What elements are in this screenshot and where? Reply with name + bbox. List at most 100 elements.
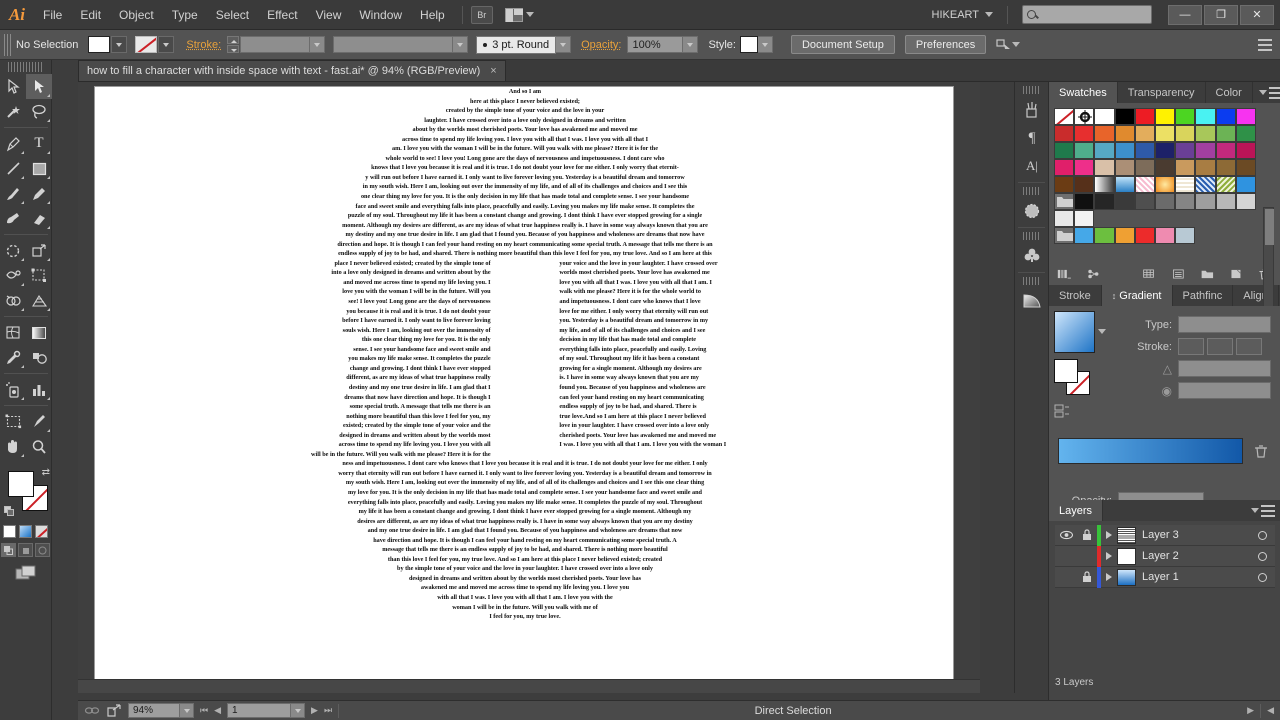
tab-transparency[interactable]: Transparency (1118, 82, 1206, 103)
swatch[interactable] (1054, 210, 1074, 227)
rotate-tool[interactable] (0, 238, 26, 263)
graphic-style-dropdown[interactable] (758, 36, 773, 53)
swatches-grid[interactable] (1054, 108, 1275, 244)
swatch[interactable] (1135, 176, 1155, 193)
width-tool[interactable] (0, 263, 26, 288)
mesh-tool[interactable] (0, 320, 26, 345)
swatch[interactable] (1074, 193, 1094, 210)
swatch[interactable] (1094, 125, 1114, 142)
fill-proxy-swatch[interactable] (8, 471, 34, 497)
artboard-number-dropdown[interactable] (291, 703, 305, 718)
swatch[interactable] (1236, 176, 1256, 193)
swatch[interactable] (1115, 159, 1135, 176)
swatch[interactable] (1054, 142, 1074, 159)
swatch[interactable] (1155, 108, 1175, 125)
none-fill-button[interactable] (35, 525, 48, 538)
swatch[interactable] (1094, 176, 1114, 193)
swatch[interactable] (1155, 176, 1175, 193)
stroke-within-button[interactable] (1178, 338, 1204, 355)
artboard-tool[interactable] (0, 409, 26, 434)
direct-selection-tool[interactable] (26, 74, 52, 99)
swatch[interactable] (1155, 193, 1175, 210)
swatch[interactable] (1216, 193, 1236, 210)
hand-tool[interactable] (0, 434, 26, 459)
bridge-icon[interactable]: Br (471, 6, 493, 24)
previous-artboard-icon[interactable]: ◀ (214, 705, 221, 716)
layer-target-indicator[interactable] (1249, 531, 1275, 540)
swatch[interactable] (1094, 159, 1114, 176)
swatch[interactable] (1074, 176, 1094, 193)
dock-grip[interactable] (1023, 277, 1040, 285)
zoom-level-field[interactable]: 94% (128, 703, 180, 718)
swatch[interactable] (1175, 159, 1195, 176)
swatch[interactable] (1175, 193, 1195, 210)
swatch[interactable] (1236, 142, 1256, 159)
swatch[interactable] (1115, 176, 1135, 193)
tab-swatches[interactable]: Swatches (1049, 82, 1118, 103)
swatch[interactable] (1195, 142, 1215, 159)
brush-definition-dropdown[interactable] (556, 36, 571, 53)
brushes-panel-icon[interactable] (1015, 96, 1049, 124)
arrange-documents-button[interactable] (505, 8, 534, 22)
control-panel-menu-icon[interactable] (1258, 39, 1272, 51)
swatch[interactable] (1115, 193, 1135, 210)
gradient-type-select[interactable] (1178, 316, 1271, 333)
stroke-swatch[interactable] (135, 36, 157, 53)
stroke-across-button[interactable] (1236, 338, 1262, 355)
dock-grip[interactable] (1023, 187, 1040, 195)
layer-lock-toggle[interactable] (1077, 529, 1097, 541)
show-swatch-kinds-icon[interactable] (1142, 267, 1157, 281)
swatches-panel-menu-icon[interactable] (1253, 82, 1280, 103)
selection-tool[interactable] (0, 74, 26, 99)
dock-grip[interactable] (1023, 232, 1040, 240)
gradient-aspect-field[interactable] (1178, 382, 1271, 399)
paragraph-panel-icon[interactable]: ¶ (1015, 124, 1049, 152)
chevron-down-icon[interactable] (1098, 329, 1106, 334)
dock-grip[interactable] (1023, 86, 1040, 94)
cloud-link-icon[interactable] (84, 704, 100, 717)
stroke-weight-field[interactable] (240, 36, 310, 53)
variable-width-dropdown[interactable] (453, 36, 468, 53)
layer-row[interactable]: Layer 1 (1055, 567, 1275, 588)
last-artboard-icon[interactable]: ⏭ (324, 705, 332, 716)
swatch[interactable] (1195, 176, 1215, 193)
layer-row[interactable]: Layer 2 (1055, 546, 1275, 567)
menu-help[interactable]: Help (411, 0, 454, 30)
swatch-group-folder[interactable] (1054, 227, 1074, 244)
stroke-weight-stepper[interactable] (227, 36, 239, 53)
layer-lock-toggle[interactable] (1077, 571, 1097, 583)
swatch[interactable] (1195, 125, 1215, 142)
layer-target-indicator[interactable] (1249, 573, 1275, 582)
swatch[interactable] (1155, 159, 1175, 176)
default-fill-stroke-icon[interactable] (4, 506, 15, 517)
layer-expand-toggle[interactable] (1101, 531, 1117, 539)
close-icon[interactable]: × (490, 65, 496, 77)
swatch[interactable] (1216, 176, 1236, 193)
tab-stroke[interactable]: Stroke (1049, 285, 1102, 306)
status-prev-icon[interactable]: ◀ (1267, 705, 1274, 716)
close-button[interactable]: ✕ (1240, 5, 1274, 25)
perspective-grid-tool[interactable] (26, 288, 52, 313)
eyedropper-tool[interactable] (0, 345, 26, 370)
new-color-group-icon[interactable] (1200, 267, 1215, 281)
swatch[interactable] (1135, 227, 1155, 244)
swatch[interactable] (1074, 227, 1094, 244)
swatch[interactable] (1074, 142, 1094, 159)
swatch[interactable] (1094, 108, 1114, 125)
swatch[interactable] (1236, 193, 1256, 210)
delete-stop-icon[interactable] (1253, 443, 1269, 459)
symbols-panel-icon[interactable] (1015, 197, 1049, 225)
swatch[interactable] (1175, 176, 1195, 193)
swatch[interactable] (1195, 159, 1215, 176)
brush-definition-field[interactable]: 3 pt. Round (476, 36, 556, 54)
swatch-group-folder[interactable] (1054, 193, 1074, 210)
artboard-number-field[interactable]: 1 (227, 703, 291, 718)
menu-view[interactable]: View (307, 0, 351, 30)
swatch[interactable] (1094, 193, 1114, 210)
gradient-slider[interactable] (1058, 438, 1243, 464)
tab-pathfinder[interactable]: Pathfinc (1173, 285, 1234, 306)
swatch[interactable] (1115, 125, 1135, 142)
draw-inside-button[interactable] (35, 543, 50, 557)
layer-row[interactable]: Layer 3 (1055, 525, 1275, 546)
workspace-switcher[interactable]: HIKEART — ❐ ✕ (932, 5, 1280, 25)
